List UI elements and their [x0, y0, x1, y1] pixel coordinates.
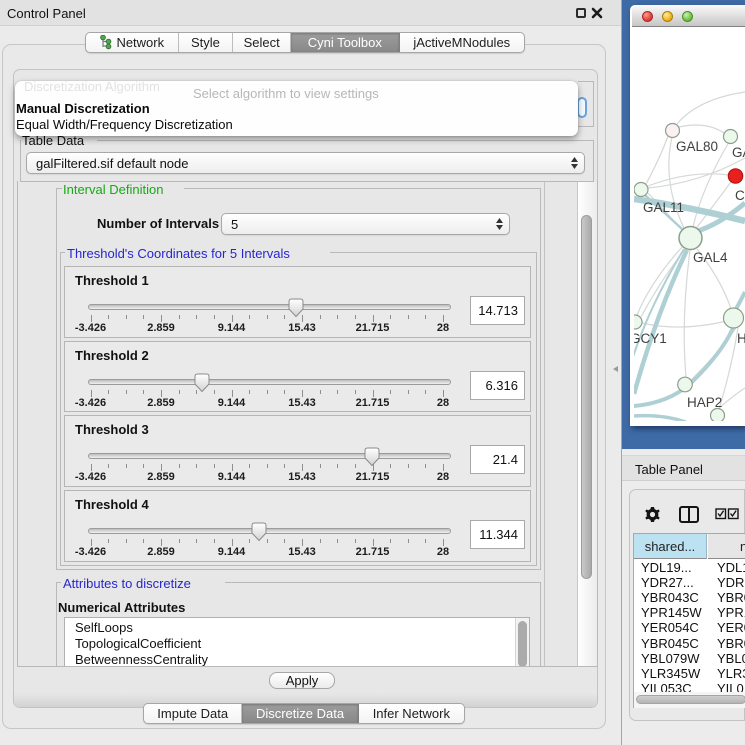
svg-text:GAL80: GAL80 [676, 139, 718, 154]
svg-text:GAL4: GAL4 [693, 250, 728, 265]
svg-text:CR: CR [735, 188, 745, 203]
svg-text:HST: HST [737, 331, 745, 346]
svg-text:GAL: GAL [732, 145, 745, 160]
svg-text:GAL11: GAL11 [643, 200, 684, 215]
svg-text:HAP2: HAP2 [687, 395, 722, 410]
svg-text:GCY1: GCY1 [634, 331, 667, 346]
